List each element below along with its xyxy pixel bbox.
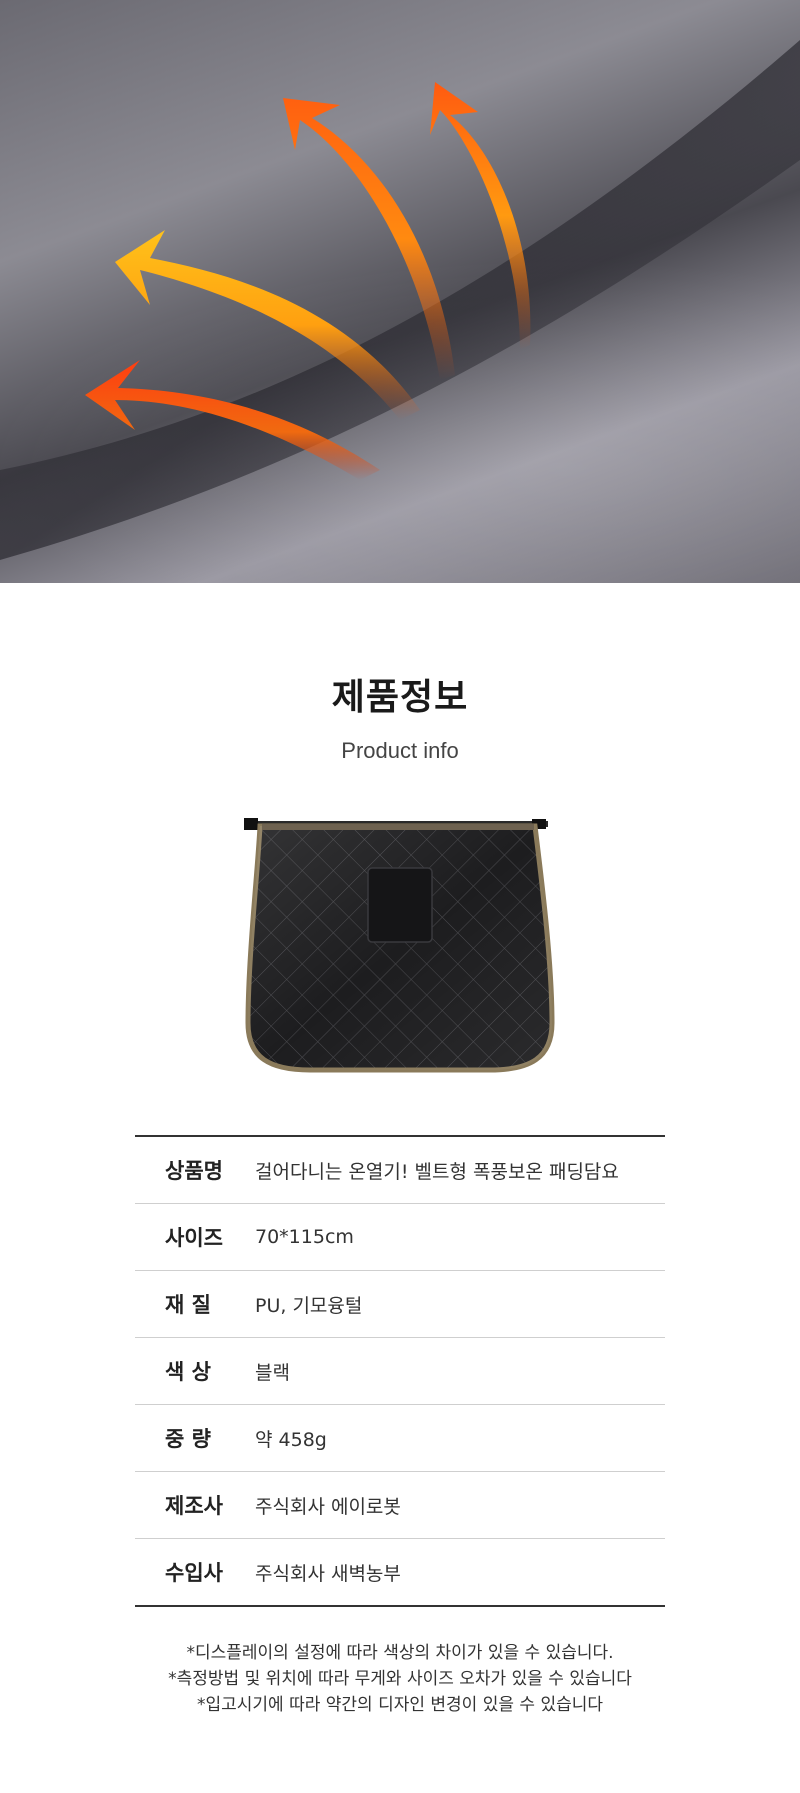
spec-key: 상품명 xyxy=(165,1159,223,1183)
note-line: *측정방법 및 위치에 따라 무게와 사이즈 오차가 있을 수 있습니다 xyxy=(168,1669,632,1689)
disclaimer-notes: *디스플레이의 설정에 따라 색상의 차이가 있을 수 있습니다. *측정방법 … xyxy=(0,1640,800,1718)
spec-value: PU, 기모융털 xyxy=(255,1294,363,1317)
spec-value: 주식회사 새벽농부 xyxy=(255,1562,401,1585)
spec-key: 재 질 xyxy=(165,1293,211,1317)
spec-key: 색 상 xyxy=(165,1360,211,1384)
note-line: *디스플레이의 설정에 따라 색상의 차이가 있을 수 있습니다. xyxy=(186,1643,614,1663)
spec-value: 약 458g xyxy=(255,1428,327,1451)
spec-table: 상품명 걸어다니는 온열기! 벨트형 폭풍보온 패딩담요 사이즈 70*115c… xyxy=(135,1135,665,1607)
product-image xyxy=(240,808,560,1078)
spec-key: 수입사 xyxy=(165,1561,223,1585)
spec-key: 제조사 xyxy=(165,1494,223,1518)
spec-value: 70*115cm xyxy=(255,1226,354,1248)
spec-value: 주식회사 에이로봇 xyxy=(255,1495,401,1518)
section-title: 제품정보 Product info xyxy=(0,668,800,764)
heat-arrows-icon xyxy=(0,40,800,560)
spec-row-color: 색 상 블랙 xyxy=(135,1338,665,1405)
note-line: *입고시기에 따라 약간의 디자인 변경이 있을 수 있습니다 xyxy=(196,1695,604,1715)
spec-row-material: 재 질 PU, 기모융털 xyxy=(135,1271,665,1338)
page-title: 제품정보 xyxy=(331,677,469,718)
hero-fleece-image xyxy=(0,0,800,583)
spec-value: 블랙 xyxy=(255,1361,290,1384)
spec-row-name: 상품명 걸어다니는 온열기! 벨트형 폭풍보온 패딩담요 xyxy=(135,1137,665,1204)
spec-row-weight: 중 량 약 458g xyxy=(135,1405,665,1472)
page-subtitle: Product info xyxy=(341,738,459,763)
spec-key: 사이즈 xyxy=(165,1226,223,1250)
spec-row-manufacturer: 제조사 주식회사 에이로봇 xyxy=(135,1472,665,1539)
spec-row-importer: 수입사 주식회사 새벽농부 xyxy=(135,1539,665,1605)
spec-row-size: 사이즈 70*115cm xyxy=(135,1204,665,1271)
spec-key: 중 량 xyxy=(165,1427,211,1451)
spec-value: 걸어다니는 온열기! 벨트형 폭풍보온 패딩담요 xyxy=(255,1160,619,1183)
